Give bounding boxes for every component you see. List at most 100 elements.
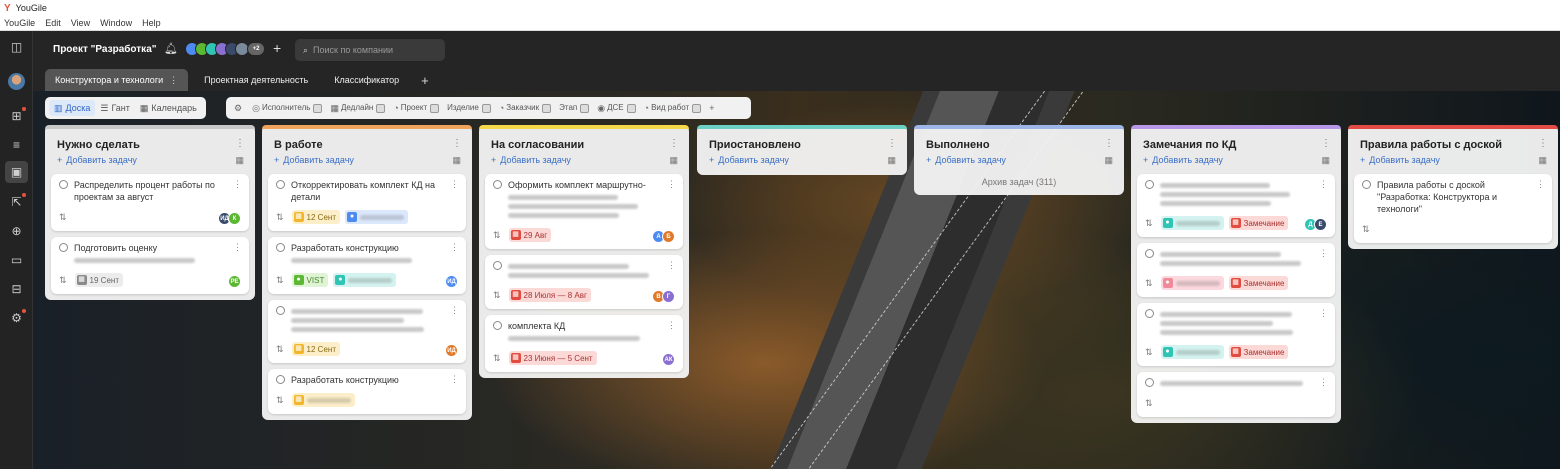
tab-klassifikator[interactable]: Классификатор [324, 69, 409, 91]
task-checkbox[interactable] [1145, 309, 1154, 318]
column-title[interactable]: Приостановлено [709, 139, 895, 151]
task-checkbox[interactable] [1145, 378, 1154, 387]
menu-view[interactable]: View [71, 18, 90, 28]
bell-icon[interactable]: 🔔︎ [164, 42, 178, 55]
menu-window[interactable]: Window [100, 18, 132, 28]
task-sticker[interactable]: ▦ Замечание [1228, 345, 1289, 359]
assignee-avatar[interactable]: Е [1314, 218, 1327, 231]
task-checkbox[interactable] [59, 180, 68, 189]
task-card[interactable]: Распределить процент работы по проектам … [51, 174, 249, 231]
assignee-avatar[interactable]: Г [662, 290, 675, 303]
docs-icon[interactable]: ⊟ [8, 281, 25, 298]
filter-toggle[interactable] [626, 103, 636, 113]
task-sticker[interactable]: ● [1160, 345, 1224, 359]
filter-work-type[interactable]: ◔ Вид работ [640, 100, 706, 116]
view-calendar[interactable]: ▦ Календарь [135, 100, 202, 116]
task-menu-icon[interactable]: ⋮ [667, 179, 676, 190]
user-avatar[interactable] [8, 73, 25, 90]
filter-toggle[interactable] [542, 103, 552, 113]
task-sticker[interactable]: ▦ [291, 393, 355, 407]
add-task-button[interactable]: + Добавить задачу ▦ [914, 153, 1124, 171]
column-grid-icon[interactable]: ▦ [1321, 155, 1330, 166]
task-card[interactable]: Разработать конструкцию ⋮ ⇅ ▦ [268, 369, 466, 414]
filter-deadline[interactable]: ▦ Дедлайн [326, 100, 389, 116]
column-title[interactable]: В работе [274, 139, 460, 151]
filter-toggle[interactable] [376, 103, 386, 113]
task-sticker[interactable]: ▦ Замечание [1228, 216, 1289, 230]
task-sticker[interactable]: ● [344, 210, 408, 224]
column-menu-icon[interactable]: ⋮ [1538, 138, 1548, 149]
task-card[interactable]: ⋮ ⇅ ● ▦ Замечание Д Е [1137, 174, 1335, 237]
settings-icon[interactable]: ⚙ [8, 309, 26, 327]
task-menu-icon[interactable]: ⋮ [1319, 248, 1328, 259]
column-grid-icon[interactable]: ▦ [235, 155, 244, 166]
task-menu-icon[interactable]: ⋮ [450, 179, 459, 190]
task-checkbox[interactable] [59, 243, 68, 252]
chat-icon[interactable]: ▭ [8, 252, 25, 269]
column-grid-icon[interactable]: ▦ [887, 155, 896, 166]
task-sticker[interactable]: ● [1160, 276, 1224, 290]
tab-konstruktora[interactable]: Конструктора и технологи ⋮ [45, 69, 189, 91]
filter-stage[interactable]: Этап [555, 100, 593, 116]
task-card[interactable]: Подготовить оценку ⋮ ⇅ ▦ 19 Сент РЕ [51, 237, 249, 294]
column-menu-icon[interactable]: ⋮ [235, 138, 245, 149]
task-card[interactable]: Оформить комплект маршрутно- ⋮ ⇅ ▦ 29 Авг А Б [485, 174, 683, 249]
archive-tasks-link[interactable]: Архив задач (311) [914, 171, 1124, 195]
column-menu-icon[interactable]: ⋮ [1321, 138, 1331, 149]
add-task-button[interactable]: + Добавить задачу ▦ [262, 153, 472, 171]
task-checkbox[interactable] [276, 243, 285, 252]
task-menu-icon[interactable]: ⋮ [1319, 179, 1328, 190]
tasks-icon[interactable]: ⊕ [8, 223, 25, 240]
task-card[interactable]: Правила работы с доской "Разработка: Кон… [1354, 174, 1552, 243]
task-menu-icon[interactable]: ⋮ [233, 179, 242, 190]
task-checkbox[interactable] [1362, 180, 1371, 189]
task-sticker[interactable]: ▦ 19 Сент [74, 273, 123, 287]
filter-project[interactable]: ◔ Проект [389, 100, 443, 116]
add-task-button[interactable]: + Добавить задачу ▦ [479, 153, 689, 171]
task-card[interactable]: ⋮ ⇅ ▦ 12 Сент ИД [268, 300, 466, 363]
task-card[interactable]: Откорректировать комплект КД на детали ⋮ ⇅… [268, 174, 466, 231]
assignee-avatar[interactable]: Б [662, 230, 675, 243]
task-checkbox[interactable] [276, 375, 285, 384]
task-menu-icon[interactable]: ⋮ [1319, 308, 1328, 319]
tab-proektnaya[interactable]: Проектная деятельность [194, 69, 318, 91]
assignee-avatar[interactable]: АК [662, 353, 675, 366]
task-checkbox[interactable] [493, 180, 502, 189]
column-menu-icon[interactable]: ⋮ [669, 138, 679, 149]
task-card[interactable]: комплекта КД ⋮ ⇅ ▦ 23 Июня — 5 Сент АК [485, 315, 683, 372]
filter-toggle[interactable] [692, 103, 702, 113]
projects-icon[interactable]: ▣ [5, 161, 28, 183]
column-title[interactable]: Нужно сделать [57, 139, 243, 151]
filter-toggle[interactable] [430, 103, 440, 113]
column-menu-icon[interactable]: ⋮ [1104, 138, 1114, 149]
view-board[interactable]: ▥ Доска [49, 100, 96, 116]
filter-product[interactable]: Изделие [443, 100, 495, 116]
task-menu-icon[interactable]: ⋮ [450, 305, 459, 316]
filter-dse[interactable]: ◉ ДСЕ [593, 100, 639, 116]
filter-customer[interactable]: ◔ Заказчик [495, 100, 555, 116]
filter-toggle[interactable] [580, 103, 590, 113]
menu-yougile[interactable]: YouGile [4, 18, 35, 28]
task-menu-icon[interactable]: ⋮ [233, 242, 242, 253]
task-sticker[interactable]: ▦ 23 Июня — 5 Сент [508, 351, 597, 365]
add-filter-button[interactable]: + [705, 100, 720, 116]
search-input[interactable]: ⌕ Поиск по компании [295, 39, 445, 61]
task-sticker[interactable]: ▦ 12 Сент [291, 210, 340, 224]
add-task-button[interactable]: + Добавить задачу ▦ [1348, 153, 1558, 171]
task-card[interactable]: ⋮ ⇅ ▦ 28 Июля — 8 Авг В Г [485, 255, 683, 309]
tab-menu-icon[interactable]: ⋮ [169, 75, 178, 85]
add-member-icon[interactable]: + [273, 40, 281, 56]
add-task-button[interactable]: + Добавить задачу ▦ [1131, 153, 1341, 171]
filter-toggle[interactable] [313, 103, 323, 113]
task-card[interactable]: ⋮ ⇅ [1137, 372, 1335, 417]
column-grid-icon[interactable]: ▦ [452, 155, 461, 166]
add-task-button[interactable]: + Добавить задачу ▦ [45, 153, 255, 171]
assignee-avatar[interactable]: К [228, 212, 241, 225]
column-title[interactable]: Замечания по КД [1143, 139, 1329, 151]
column-menu-icon[interactable]: ⋮ [887, 138, 897, 149]
task-sticker[interactable]: ▦ 28 Июля — 8 Авг [508, 288, 591, 302]
task-menu-icon[interactable]: ⋮ [1319, 377, 1328, 388]
list-icon[interactable]: ≡ [8, 137, 25, 154]
assignee-avatar[interactable]: ИД [445, 275, 458, 288]
add-board-icon[interactable]: ⊞ [8, 107, 26, 125]
